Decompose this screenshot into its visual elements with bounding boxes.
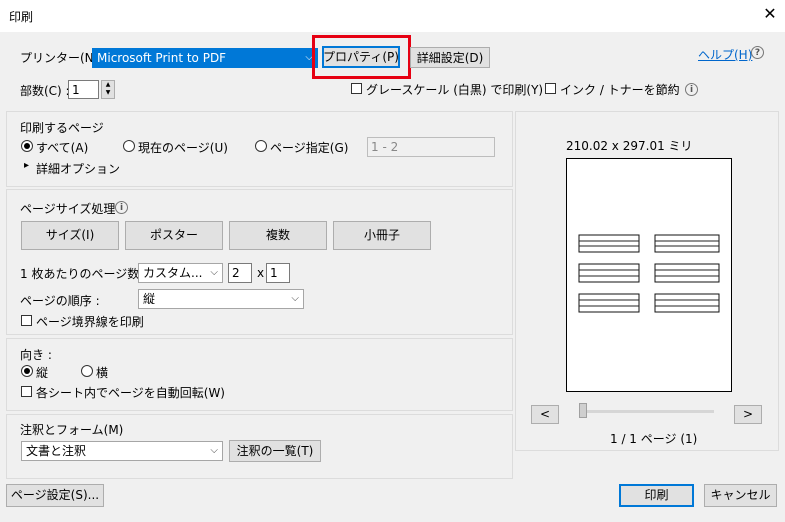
- properties-button[interactable]: プロパティ(P): [322, 46, 400, 68]
- pages-range-label: ページ指定(G): [270, 141, 349, 155]
- copies-label: 部数(C) :: [20, 84, 70, 98]
- spin-down-icon[interactable]: ▼: [102, 89, 114, 97]
- copies-stepper[interactable]: ▲ ▼: [101, 80, 115, 99]
- pages-per-sheet-value: カスタム...: [143, 266, 203, 280]
- print-button[interactable]: 印刷: [619, 484, 694, 507]
- prev-page-button[interactable]: <: [531, 405, 559, 424]
- save-ink-label: インク / トナーを節約: [560, 83, 680, 97]
- comments-select[interactable]: 文書と注釈 ⌵: [21, 441, 223, 461]
- help-icon[interactable]: ?: [751, 46, 764, 59]
- copies-input[interactable]: 1: [68, 80, 99, 99]
- landscape-radio[interactable]: [81, 365, 93, 377]
- pages-range-input[interactable]: 1 - 2: [367, 137, 495, 157]
- grayscale-checkbox[interactable]: [351, 83, 362, 94]
- title-bar: [0, 0, 785, 32]
- page-sizing-info-icon[interactable]: i: [115, 201, 128, 214]
- grayscale-label: グレースケール (白黒) で印刷(Y): [366, 83, 544, 97]
- poster-button[interactable]: ポスター: [125, 221, 223, 250]
- pages-all-label: すべて(A): [36, 141, 89, 155]
- pages-range-radio[interactable]: [255, 140, 267, 152]
- preview-page: [566, 158, 732, 392]
- preview-slider-thumb[interactable]: [579, 403, 587, 418]
- auto-rotate-checkbox[interactable]: [21, 386, 32, 397]
- close-icon[interactable]: ✕: [760, 4, 780, 24]
- chevron-down-icon: ⌵: [210, 267, 218, 278]
- orientation-title: 向き :: [20, 348, 52, 362]
- pages-current-radio[interactable]: [123, 140, 135, 152]
- portrait-label: 縦: [36, 366, 49, 380]
- multiple-button[interactable]: 複数: [229, 221, 327, 250]
- rows-input[interactable]: 1: [266, 263, 290, 283]
- save-ink-info-icon[interactable]: i: [685, 83, 698, 96]
- page-indicator: 1 / 1 ページ (1): [610, 432, 698, 446]
- printer-select-value: Microsoft Print to PDF: [97, 51, 227, 65]
- pages-title: 印刷するページ: [20, 121, 104, 135]
- save-ink-checkbox[interactable]: [545, 83, 556, 94]
- more-options-toggle[interactable]: 詳細オプション: [36, 160, 120, 177]
- help-link[interactable]: ヘルプ(H): [698, 46, 752, 63]
- size-button[interactable]: サイズ(I): [21, 221, 119, 250]
- comments-select-value: 文書と注釈: [26, 444, 87, 458]
- print-border-checkbox[interactable]: [21, 315, 32, 326]
- page-order-label: ページの順序 :: [20, 294, 100, 308]
- pages-per-sheet-label: 1 枚あたりのページ数 :: [20, 267, 148, 281]
- page-order-value: 縦: [143, 292, 156, 306]
- landscape-label: 横: [96, 366, 109, 380]
- next-page-button[interactable]: >: [734, 405, 762, 424]
- times-label: x: [257, 266, 265, 280]
- portrait-radio[interactable]: [21, 365, 33, 377]
- chevron-down-icon: ⌵: [210, 445, 218, 456]
- comments-title: 注釈とフォーム(M): [20, 423, 124, 437]
- paper-size-label: 210.02 x 297.01 ミリ: [566, 139, 693, 153]
- pages-per-sheet-select[interactable]: カスタム... ⌵: [138, 263, 223, 283]
- pages-current-label: 現在のページ(U): [138, 141, 228, 155]
- page-sizing-title: ページサイズ処理: [20, 202, 116, 216]
- chevron-down-icon: ⌵: [291, 293, 299, 304]
- cancel-button[interactable]: キャンセル: [704, 484, 777, 507]
- preview-slider-track[interactable]: [580, 410, 714, 413]
- triangle-right-icon[interactable]: ▸: [24, 160, 29, 171]
- cols-input[interactable]: 2: [228, 263, 252, 283]
- page-setup-button[interactable]: ページ設定(S)...: [6, 484, 104, 507]
- advanced-button[interactable]: 詳細設定(D): [410, 47, 490, 68]
- comments-summary-button[interactable]: 注釈の一覧(T): [229, 440, 321, 462]
- spin-up-icon[interactable]: ▲: [102, 81, 114, 89]
- window-title: 印刷: [9, 10, 34, 24]
- auto-rotate-label: 各シート内でページを自動回転(W): [36, 386, 225, 400]
- page-order-select[interactable]: 縦 ⌵: [138, 289, 304, 309]
- booklet-button[interactable]: 小冊子: [333, 221, 431, 250]
- printer-select[interactable]: Microsoft Print to PDF ⌵: [92, 48, 318, 68]
- print-border-label: ページ境界線を印刷: [36, 315, 144, 329]
- pages-all-radio[interactable]: [21, 140, 33, 152]
- page-thumbnail-graphic: [578, 234, 720, 313]
